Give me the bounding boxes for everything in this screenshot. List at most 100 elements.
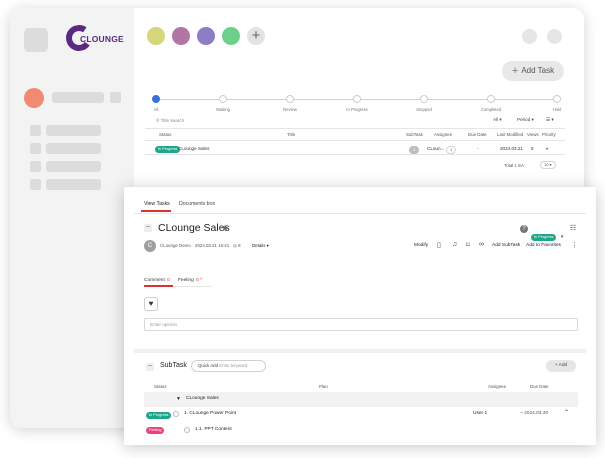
feeling-label: Feeling (178, 278, 194, 283)
column-header: Status (159, 132, 172, 137)
subtask-checkbox[interactable] (173, 411, 179, 418)
plus-icon: + (511, 65, 519, 77)
status-badge-label: Feeling (146, 427, 165, 434)
comment-count: 0 (167, 278, 170, 283)
search-input[interactable]: ⚲ Title search (156, 118, 184, 124)
notification-icon[interactable] (522, 29, 537, 44)
assignee-count[interactable]: 1 (446, 146, 457, 154)
column-header: Due Date (468, 132, 487, 137)
collapse-button[interactable]: − (144, 224, 152, 232)
tab-documents-box[interactable]: Documents box (179, 201, 215, 207)
divider (145, 140, 565, 141)
sidebar-item-icon (30, 143, 41, 154)
subtask-checkbox[interactable] (184, 427, 190, 434)
add-subtask-button[interactable]: Add SubTask (492, 243, 520, 248)
list-view-icon[interactable]: ☷ (570, 224, 576, 232)
last-modified: 2024.03.21 (500, 146, 523, 151)
plan-name[interactable]: 1. CLounge Power Point (184, 411, 236, 416)
more-options-icon[interactable]: ⋮ (571, 241, 578, 249)
heart-icon[interactable]: ♥ (144, 297, 158, 311)
column-header: Plan (319, 384, 328, 389)
tab-view-tasks[interactable]: View Tasks (144, 201, 170, 207)
total-label: Total (504, 163, 514, 168)
copy-icon[interactable]: ▯ (437, 241, 441, 249)
status-badge: In Progress (146, 412, 172, 419)
step-dot[interactable] (286, 95, 294, 103)
sidebar-item[interactable] (46, 125, 101, 136)
task-title-link[interactable]: CLounge Sales (178, 146, 209, 151)
add-task-button[interactable]: + Add Task (502, 61, 564, 81)
per-page-select[interactable]: 10 ▾ (540, 161, 556, 169)
plan-name[interactable]: 1.1. PPT Content (195, 427, 232, 432)
step-dot[interactable] (553, 95, 561, 103)
period-select[interactable]: Period ▾ (517, 117, 534, 123)
favorite-star-icon[interactable]: ★ (221, 223, 229, 234)
sidebar-toggle-button[interactable] (24, 28, 48, 52)
due-date: ~ 2024.03.30 (520, 411, 549, 416)
settings-icon[interactable] (547, 29, 562, 44)
app-logo[interactable]: CLOUNGE (63, 22, 124, 54)
per-page-value: 10 ▾ (540, 161, 556, 169)
total-count: Total 1 EA (504, 163, 524, 168)
priority-star-icon[interactable]: ★ (545, 146, 549, 152)
task-title: CLounge Sales (158, 222, 230, 234)
bookmark-icon[interactable]: ⌑ (466, 241, 470, 249)
view-menu-icon[interactable]: ☰ ▾ (546, 117, 554, 123)
view-count-value: 8 (238, 243, 241, 248)
comment-label: Comment (144, 278, 165, 283)
project-circle[interactable] (197, 27, 215, 45)
project-circle[interactable] (222, 27, 240, 45)
tab-feeling[interactable]: Feeling 0 ^ (178, 278, 202, 283)
quick-add-input[interactable]: Quick Add Enter keyword. (191, 360, 266, 372)
sidebar-item[interactable] (46, 179, 101, 190)
sidebar-item[interactable] (46, 161, 101, 172)
sidebar-item[interactable] (46, 143, 101, 154)
user-avatar[interactable] (24, 88, 44, 108)
column-header: Status (154, 384, 167, 389)
status-dropdown[interactable]: In Progress ▾ (531, 225, 563, 243)
step-dot-all[interactable] (152, 95, 160, 103)
step-dot[interactable] (420, 95, 428, 103)
step-label: Waiting (216, 107, 230, 112)
bell-icon[interactable]: ♫ (452, 241, 457, 248)
step-dot[interactable] (487, 95, 495, 103)
details-dropdown[interactable]: Details ▾ (252, 243, 269, 249)
link-icon[interactable]: ∞ (479, 241, 484, 248)
column-header: Assignee (434, 132, 453, 137)
assignee: User 1 (473, 411, 488, 416)
subtask-collapse-button[interactable]: − (146, 363, 154, 371)
add-subtask-plus-button[interactable]: + Add (546, 360, 576, 372)
search-placeholder: Title search (160, 118, 185, 123)
add-favorites-button[interactable]: Add to Favorites (526, 243, 561, 248)
add-project-button[interactable]: + (247, 27, 265, 45)
sidebar-item-icon (30, 125, 41, 136)
help-icon[interactable]: ? (520, 225, 528, 233)
modify-button[interactable]: Modify (414, 243, 428, 248)
task-detail-panel: View Tasks Documents box − CLounge Sales… (124, 187, 596, 445)
step-dot[interactable] (219, 95, 227, 103)
user-menu-icon[interactable] (110, 92, 121, 103)
add-task-label: Add Task (521, 66, 555, 75)
user-name-placeholder (52, 92, 104, 103)
created-date: 2024.03.21 16:41 (195, 243, 230, 248)
subtask-group-row[interactable]: ▼ CLounge Sales (144, 392, 578, 407)
opinion-input[interactable]: Enter opinion (144, 318, 578, 331)
chevron-up-icon[interactable]: ⌃ (564, 409, 569, 416)
project-circle[interactable] (172, 27, 190, 45)
caret-down-icon[interactable]: ▼ (176, 396, 181, 402)
subtask-title: SubTask (160, 362, 187, 369)
divider (145, 128, 565, 129)
sidebar-item-icon (30, 179, 41, 190)
scope-select[interactable]: All ▾ (493, 117, 502, 123)
step-label: Hold (552, 107, 562, 112)
tab-comment[interactable]: Comment 0 (144, 278, 170, 283)
total-unit: EA (518, 163, 525, 168)
active-tab-indicator (144, 285, 173, 287)
divider (145, 154, 565, 155)
step-dot[interactable] (353, 95, 361, 103)
chevron-down-icon: ▾ (560, 234, 564, 240)
due-date: - (477, 146, 479, 151)
project-circle[interactable] (147, 27, 165, 45)
group-name: CLounge Sales (186, 396, 219, 401)
status-badge: In Progress (155, 146, 181, 153)
